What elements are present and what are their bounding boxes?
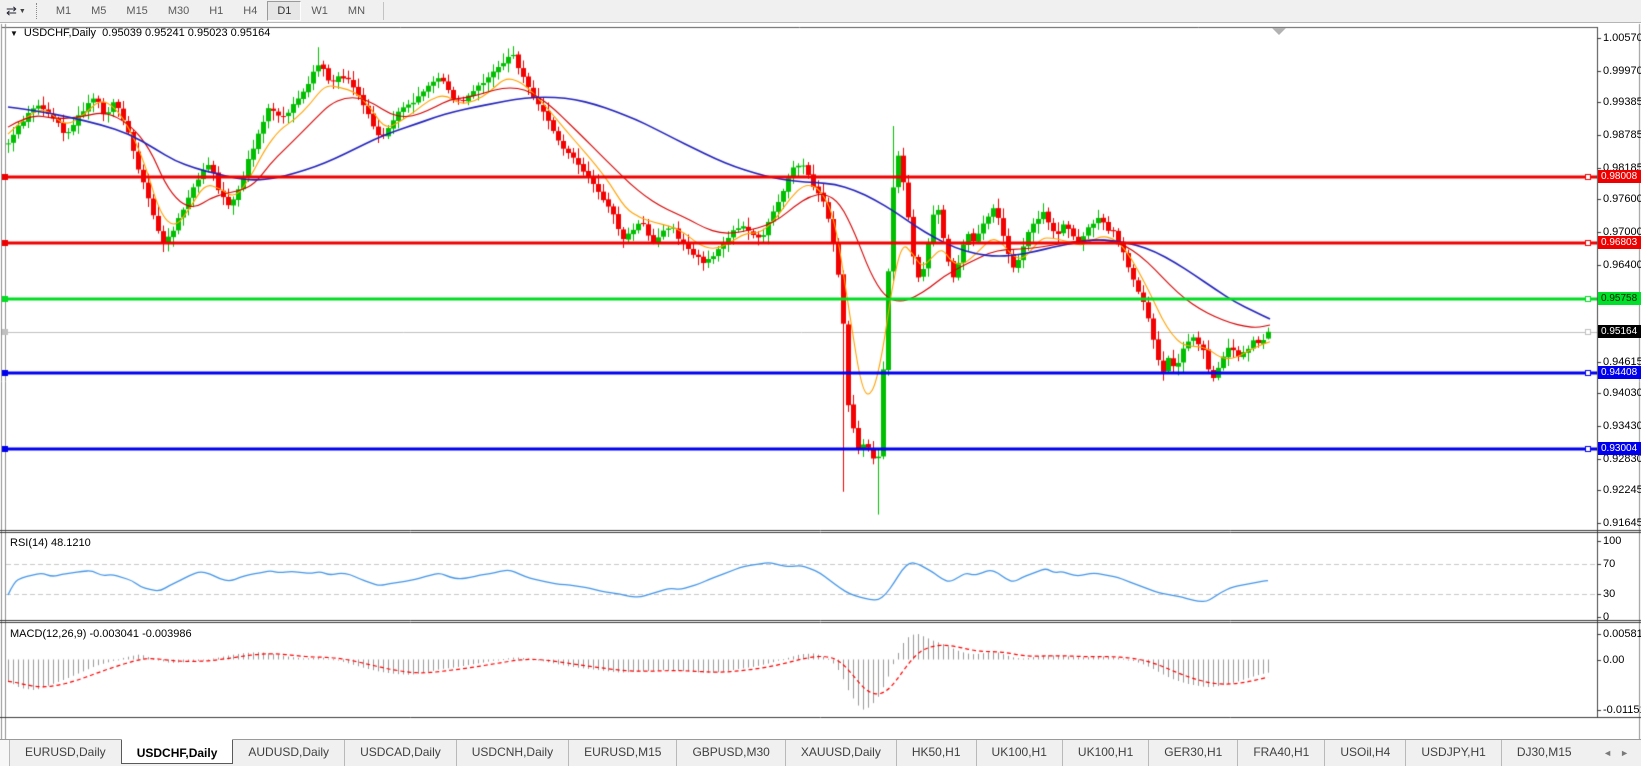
price-axis[interactable]: 1.00570 0.99970 0.99385 0.98785 0.98185 0.976… (1598, 23, 1641, 718)
chart-tab-uk100-h1[interactable]: UK100,H1 (975, 740, 1062, 766)
chart-shift-icon[interactable] (1272, 28, 1286, 35)
chart-tab-ger30-h1[interactable]: GER30,H1 (1148, 740, 1237, 766)
price-axis-tick: 1.00570 (1603, 32, 1641, 44)
chart-title: ▼ USDCHF,Daily 0.95039 0.95241 0.95023 0.… (10, 27, 270, 39)
macd-axis-tick: 0.005818 (1603, 628, 1641, 640)
price-line-badge: 0.95164 (1598, 324, 1641, 338)
price-axis-tick: 0.99385 (1603, 96, 1641, 108)
tab-bar-stub (0, 740, 10, 766)
price-axis-tick: 0.98785 (1603, 129, 1641, 141)
chart-tab-fra40-h1[interactable]: FRA40,H1 (1237, 740, 1324, 766)
price-line-badge: 0.98008 (1598, 170, 1641, 184)
rsi-axis-tick: 70 (1603, 558, 1616, 570)
chart-symbol-period: USDCHF,Daily (23, 27, 97, 39)
rsi-indicator-label: RSI(14) 48.1210 (10, 537, 91, 549)
timeframe-button-m30[interactable]: M30 (158, 1, 199, 21)
price-axis-tick: 0.91645 (1603, 517, 1641, 529)
toolbar: ⇄ ▼ M1 M5 M15 M30 H1 H4 D1 W1 MN (0, 0, 1641, 23)
macd-axis-tick: 0.00 (1603, 654, 1625, 666)
price-axis-tick: 0.99970 (1603, 65, 1641, 77)
timeframe-button-d1[interactable]: D1 (267, 1, 302, 21)
chart-tab-gbpusd-m30[interactable]: GBPUSD,M30 (676, 740, 784, 766)
tab-list: EURUSD,Daily USDCHF,Daily AUDUSD,Daily USDC… (10, 739, 1587, 766)
price-axis-tick: 0.97600 (1603, 193, 1641, 205)
price-line-badge: 0.93004 (1598, 442, 1641, 456)
timeframe-button-m1[interactable]: M1 (46, 1, 81, 21)
price-line-badge: 0.96803 (1598, 235, 1641, 249)
chart-tab-hk50-h1[interactable]: HK50,H1 (895, 740, 976, 766)
rsi-axis-tick: 100 (1603, 535, 1622, 547)
chart-tab-usoil-h4[interactable]: USOil,H4 (1324, 740, 1405, 766)
chart-tab-usdcad-daily[interactable]: USDCAD,Daily (344, 740, 456, 766)
timeframe-button-m15[interactable]: M15 (116, 1, 157, 21)
chart-tab-usdchf-daily[interactable]: USDCHF,Daily (120, 739, 234, 764)
price-chart-canvas[interactable] (0, 0, 1641, 766)
chart-tab-eurusd-m15[interactable]: EURUSD,M15 (568, 740, 676, 766)
timeframe-button-mn[interactable]: MN (338, 1, 375, 21)
timeframe-button-h4[interactable]: H4 (233, 1, 267, 21)
rsi-axis-tick: 0 (1603, 611, 1610, 623)
chart-tab-uk100-h1[interactable]: UK100,H1 (1061, 740, 1148, 766)
timeframe-group: M1 M5 M15 M30 H1 H4 D1 W1 MN (46, 0, 375, 22)
toolbar-grip[interactable] (35, 3, 37, 19)
price-line-badge: 0.94408 (1598, 365, 1641, 379)
price-line-badge: 0.95758 (1598, 292, 1641, 306)
rsi-axis-tick: 30 (1603, 588, 1616, 600)
chart-ohlc-values: 0.95039 0.95241 0.95023 0.95164 (102, 27, 271, 39)
chart-tab-usdcnh-daily[interactable]: USDCNH,Daily (455, 740, 568, 766)
chart-tool-icon[interactable]: ⇄ (6, 1, 17, 21)
tab-scroll-controls: ◄ ► (1603, 740, 1641, 766)
chart-tab-dj30-m15[interactable]: DJ30,M15 (1500, 740, 1587, 766)
timeframe-button-h1[interactable]: H1 (199, 1, 233, 21)
price-axis-tick: 0.94030 (1603, 387, 1641, 399)
chart-tab-usdjpy-h1[interactable]: USDJPY,H1 (1405, 740, 1500, 766)
price-axis-tick: 0.92245 (1603, 484, 1641, 496)
macd-axis-tick: -0.011514 (1603, 704, 1641, 716)
timeframe-button-w1[interactable]: W1 (301, 1, 338, 21)
dropdown-caret-icon[interactable]: ▼ (19, 8, 26, 15)
macd-indicator-label: MACD(12,26,9) -0.003041 -0.003986 (10, 628, 192, 640)
price-axis-tick: 0.93430 (1603, 420, 1641, 432)
collapse-chart-icon[interactable]: ▼ (10, 29, 18, 38)
tab-scroll-right-icon[interactable]: ► (1620, 748, 1629, 758)
toolbar-separator (383, 2, 385, 20)
tab-scroll-left-icon[interactable]: ◄ (1603, 748, 1612, 758)
chart-tab-eurusd-daily[interactable]: EURUSD,Daily (10, 740, 121, 766)
price-axis-tick: 0.96400 (1603, 259, 1641, 271)
chart-tab-audusd-daily[interactable]: AUDUSD,Daily (233, 740, 344, 766)
timeframe-button-m5[interactable]: M5 (81, 1, 116, 21)
mt4-terminal: { "toolbar": { "tool_icon": "⇄", "caret_… (0, 0, 1641, 766)
chart-tab-bar: EURUSD,Daily USDCHF,Daily AUDUSD,Daily USDC… (0, 739, 1641, 766)
chart-tab-xauusd-daily[interactable]: XAUUSD,Daily (784, 740, 896, 766)
